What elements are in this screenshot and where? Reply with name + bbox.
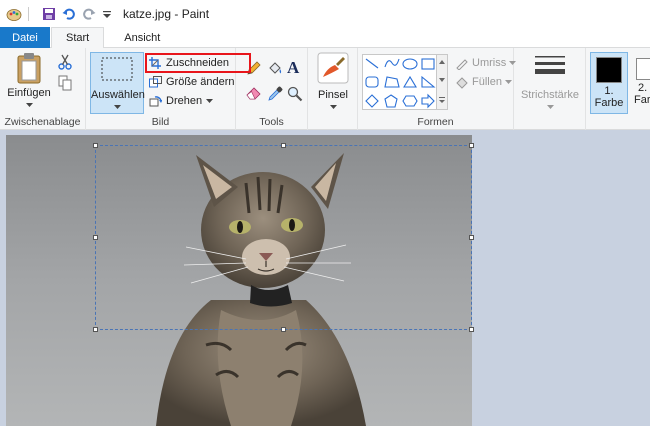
polygon-shape-icon [384, 76, 400, 88]
selection-rect-icon [101, 57, 133, 81]
paste-label: Einfügen [7, 87, 51, 99]
triangle-shape-icon [403, 75, 417, 88]
diamond-shape-icon [365, 94, 379, 108]
group-clipboard: Einfügen Zwischenablage [0, 48, 86, 130]
resize-button[interactable]: Größe ändern [148, 73, 234, 91]
brushes-button[interactable]: Pinsel [312, 52, 354, 113]
shapes-group-label: Formen [417, 116, 454, 128]
title-bar: katze.jpg - Paint [0, 0, 650, 27]
size-label: Strichstärke [520, 89, 580, 101]
curve-shape-icon [384, 58, 400, 68]
rotate-button[interactable]: Drehen [148, 92, 214, 110]
arrow-shape-icon [421, 93, 435, 109]
text-tool-icon[interactable]: A [287, 58, 299, 78]
brush-icon [317, 52, 349, 84]
right-triangle-shape-icon [421, 75, 436, 88]
ribbon-tabs: Datei Start Ansicht [0, 27, 650, 49]
chevron-up-icon [439, 60, 445, 64]
tab-start[interactable]: Start [51, 27, 105, 49]
window-title: katze.jpg - Paint [123, 6, 210, 21]
pentagon-shape-icon [384, 94, 398, 108]
selection-handle-top-left[interactable] [93, 143, 98, 148]
chevron-down-icon [439, 78, 445, 82]
undo-icon[interactable] [61, 6, 77, 22]
outline-label: Umriss [472, 57, 507, 69]
color2-swatch [636, 58, 650, 80]
chevron-down-icon [25, 103, 33, 107]
group-size: Strichstärke [514, 48, 586, 130]
clipboard-icon [17, 53, 41, 84]
cut-icon[interactable] [58, 54, 72, 73]
line-width-icon [535, 56, 565, 74]
ribbon: Einfügen Zwischenablage Auswählen Zuschn… [0, 48, 650, 130]
tools-group-label: Tools [259, 116, 284, 128]
rounded-rectangle-shape-icon [365, 76, 379, 88]
chevron-down-icon [113, 105, 121, 109]
color2-label-line2: Farb [634, 94, 650, 106]
chevron-down-icon [546, 105, 554, 109]
customize-quick-access-icon[interactable] [99, 6, 115, 22]
fill-icon [454, 75, 468, 89]
hexagon-shape-icon [402, 95, 418, 107]
chevron-down-icon [329, 105, 337, 109]
clipboard-group-label: Zwischenablage [4, 116, 81, 128]
select-button[interactable]: Auswählen [90, 52, 145, 114]
fill-bucket-icon[interactable] [267, 60, 283, 79]
chevron-down-icon [206, 98, 214, 103]
color1-label-line2: Farbe [594, 97, 624, 109]
redo-icon[interactable] [81, 6, 97, 22]
selection-handle-middle-right[interactable] [469, 235, 474, 240]
line-shape-icon [365, 58, 379, 69]
color2-label-line1: 2. [638, 82, 648, 94]
outline-button[interactable]: Umriss [454, 54, 517, 72]
expand-gallery-icon [439, 97, 445, 103]
size-button[interactable]: Strichstärke [518, 54, 582, 113]
eraser-icon[interactable] [246, 86, 262, 103]
rotate-icon [148, 94, 162, 108]
selection-rectangle[interactable] [95, 145, 472, 330]
separator [28, 6, 29, 21]
selection-handle-bottom-right[interactable] [469, 327, 474, 332]
selection-handle-top-middle[interactable] [281, 143, 286, 148]
tab-file[interactable]: Datei [0, 27, 50, 48]
group-brushes: Pinsel [308, 48, 358, 130]
color-picker-icon[interactable] [267, 86, 283, 105]
color2-button[interactable]: 2. Farb [630, 52, 650, 114]
select-label: Auswählen [91, 89, 145, 101]
brushes-label: Pinsel [318, 89, 348, 101]
fill-button[interactable]: Füllen [454, 73, 512, 91]
copy-icon[interactable] [58, 75, 72, 94]
resize-icon [148, 75, 162, 89]
selection-handle-top-right[interactable] [469, 143, 474, 148]
group-shapes: Umriss Füllen Formen [358, 48, 517, 130]
resize-label: Größe ändern [166, 76, 235, 88]
paste-button[interactable]: Einfügen [6, 52, 52, 111]
color1-button[interactable]: 1. Farbe [590, 52, 628, 114]
selection-handle-bottom-left[interactable] [93, 327, 98, 332]
selection-handle-middle-left[interactable] [93, 235, 98, 240]
selection-handle-bottom-middle[interactable] [281, 327, 286, 332]
color1-label-line1: 1. [604, 85, 614, 97]
rectangle-shape-icon [421, 58, 435, 70]
image-group-label: Bild [151, 116, 170, 128]
fill-label: Füllen [472, 76, 502, 88]
paint-app-icon[interactable] [6, 6, 22, 22]
chevron-down-icon [504, 79, 512, 84]
outline-icon [454, 56, 468, 70]
magnifier-icon[interactable] [287, 86, 303, 105]
save-icon[interactable] [41, 6, 57, 22]
rotate-label: Drehen [166, 95, 203, 107]
color1-swatch [596, 57, 622, 83]
crop-highlight-box [145, 53, 251, 73]
oval-shape-icon [402, 58, 418, 70]
tab-view[interactable]: Ansicht [110, 27, 174, 48]
shapes-scroll[interactable] [436, 54, 448, 110]
